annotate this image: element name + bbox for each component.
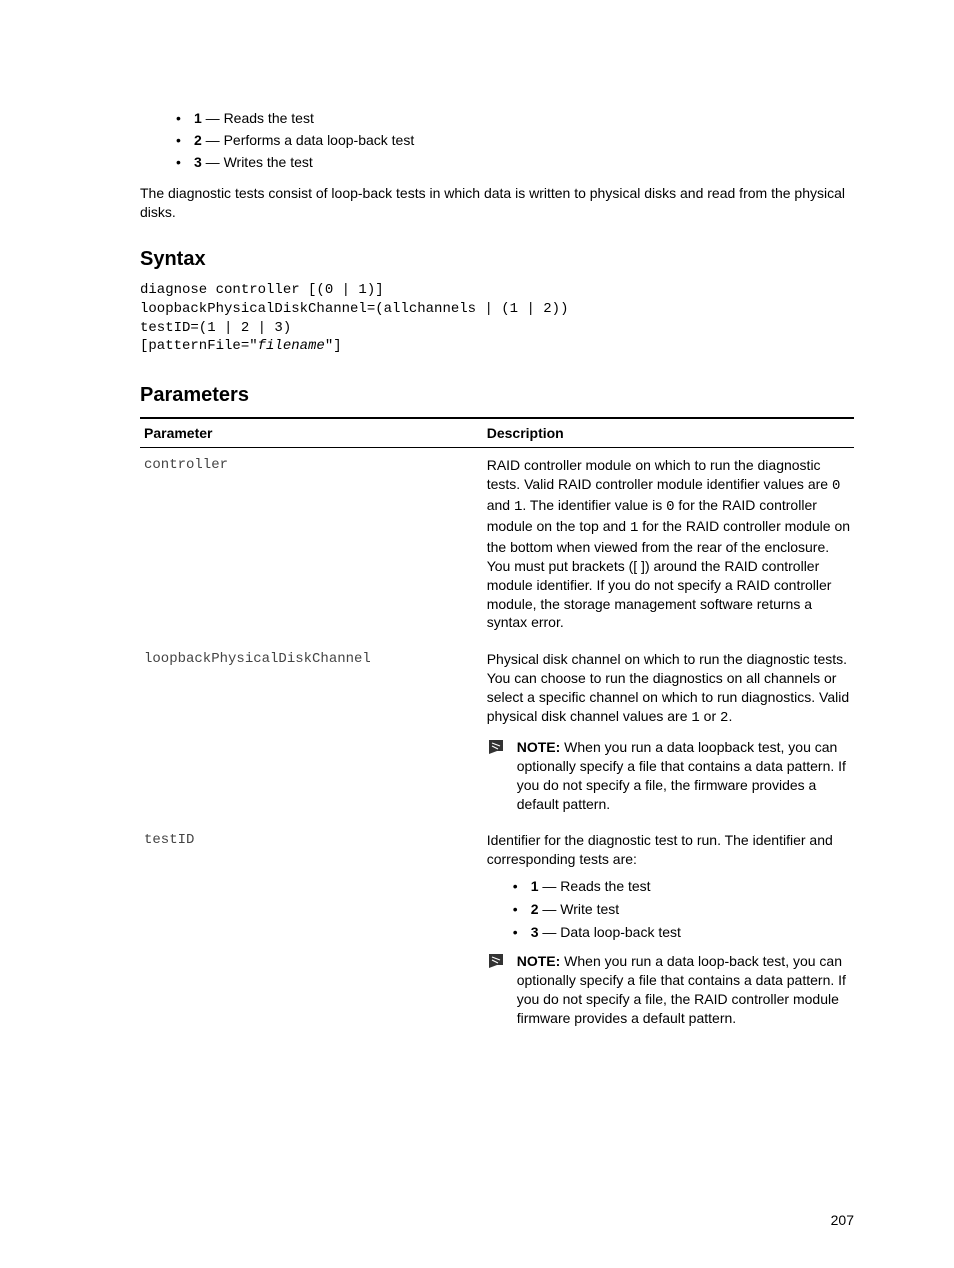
list-item: 1 — Reads the test (513, 877, 850, 896)
desc-text: RAID controller module on which to run t… (487, 457, 832, 492)
list-text: — Reads the test (539, 878, 651, 894)
list-num: 1 (531, 878, 539, 894)
desc-paragraph: Identifier for the diagnostic test to ru… (487, 831, 850, 869)
list-num: 2 (194, 132, 202, 148)
param-name: controller (140, 448, 483, 643)
list-item: 2 — Write test (513, 900, 850, 919)
col-header-description: Description (483, 418, 854, 448)
note-icon (487, 952, 509, 1028)
param-description: Identifier for the diagnostic test to ru… (483, 823, 854, 1037)
list-num: 3 (194, 154, 202, 170)
list-num: 3 (531, 924, 539, 940)
code-line-part: "] (325, 338, 342, 354)
desc-text: for the RAID controller module on the bo… (487, 518, 850, 630)
note-body: When you run a data loopback test, you c… (517, 739, 846, 812)
list-item: 3 — Writes the test (176, 154, 854, 170)
param-description: RAID controller module on which to run t… (483, 448, 854, 643)
top-bullet-list: 1 — Reads the test 2 — Performs a data l… (176, 110, 854, 170)
note-label: NOTE: (517, 739, 561, 755)
code-line: testID=(1 | 2 | 3) (140, 320, 291, 336)
note-text: NOTE: When you run a data loopback test,… (517, 738, 850, 814)
inline-code: 0 (832, 478, 840, 494)
list-item: 3 — Data loop-back test (513, 923, 850, 942)
note-block: NOTE: When you run a data loop-back test… (487, 952, 850, 1028)
desc-text: Physical disk channel on which to run th… (487, 651, 849, 724)
table-row: testID Identifier for the diagnostic tes… (140, 823, 854, 1037)
code-line: diagnose controller [(0 | 1)] (140, 282, 384, 298)
desc-text: . (728, 708, 732, 724)
param-name: testID (140, 823, 483, 1037)
table-row: controller RAID controller module on whi… (140, 448, 854, 643)
list-text: — Writes the test (202, 154, 313, 170)
note-block: NOTE: When you run a data loopback test,… (487, 738, 850, 814)
note-icon (487, 738, 509, 814)
list-text: — Performs a data loop-back test (202, 132, 414, 148)
inline-code: 0 (666, 499, 674, 515)
list-num: 2 (531, 901, 539, 917)
list-text: — Write test (539, 901, 620, 917)
desc-paragraph: Physical disk channel on which to run th… (487, 650, 850, 728)
code-line: loopbackPhysicalDiskChannel=(allchannels… (140, 301, 568, 317)
desc-text: or (700, 708, 720, 724)
desc-text: . The identifier value is (522, 497, 666, 513)
syntax-heading: Syntax (140, 248, 854, 271)
page-number: 207 (831, 1212, 854, 1228)
desc-text: and (487, 497, 514, 513)
list-text: — Reads the test (202, 110, 314, 126)
list-text: — Data loop-back test (539, 924, 681, 940)
param-description: Physical disk channel on which to run th… (483, 642, 854, 823)
note-body: When you run a data loop-back test, you … (517, 953, 846, 1026)
list-item: 2 — Performs a data loop-back test (176, 132, 854, 148)
parameters-heading: Parameters (140, 384, 854, 407)
syntax-block: diagnose controller [(0 | 1)] loopbackPh… (140, 281, 854, 357)
parameters-table: Parameter Description controller RAID co… (140, 417, 854, 1037)
note-text: NOTE: When you run a data loop-back test… (517, 952, 850, 1028)
note-label: NOTE: (517, 953, 561, 969)
col-header-parameter: Parameter (140, 418, 483, 448)
code-line-part: [patternFile=" (140, 338, 258, 354)
table-row: loopbackPhysicalDiskChannel Physical dis… (140, 642, 854, 823)
param-name: loopbackPhysicalDiskChannel (140, 642, 483, 823)
test-id-list: 1 — Reads the test 2 — Write test 3 — Da… (513, 877, 850, 942)
intro-paragraph: The diagnostic tests consist of loop-bac… (140, 184, 854, 222)
list-item: 1 — Reads the test (176, 110, 854, 126)
code-italic: filename (258, 338, 325, 354)
list-num: 1 (194, 110, 202, 126)
inline-code: 1 (691, 710, 699, 726)
document-page: 1 — Reads the test 2 — Performs a data l… (0, 0, 954, 1268)
